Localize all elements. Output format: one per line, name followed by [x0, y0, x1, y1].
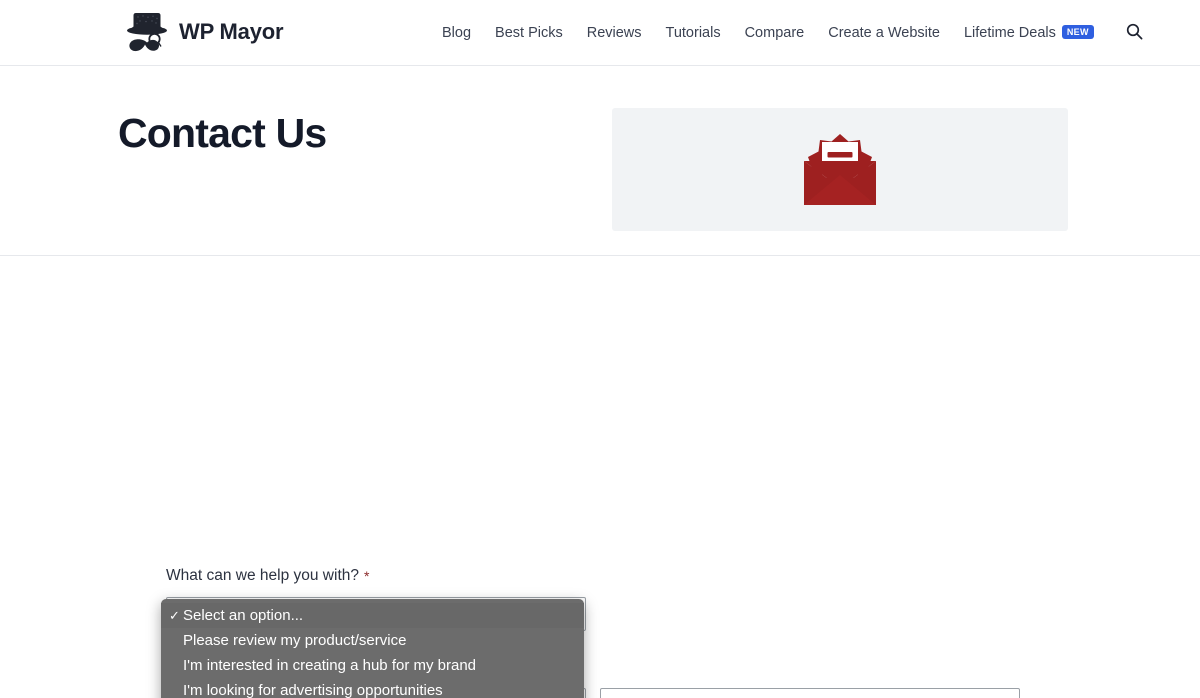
dropdown-option-review-product[interactable]: Please review my product/service — [161, 628, 584, 653]
nav-item-compare[interactable]: Compare — [733, 0, 817, 66]
dropdown-option-label: I'm looking for advertising opportunitie… — [183, 682, 443, 698]
help-field-label-text: What can we help you with? — [166, 567, 359, 584]
dropdown-option-label: I'm interested in creating a hub for my … — [183, 657, 477, 674]
nav-item-lifetime-deals[interactable]: Lifetime Deals NEW — [952, 0, 1106, 66]
dropdown-option-label: Please review my product/service — [183, 632, 407, 649]
checkmark-icon: ✓ — [169, 607, 180, 623]
mustache-tophat-logo-icon — [125, 9, 169, 55]
brand-logo-link[interactable]: WP Mayor — [125, 9, 284, 55]
nav-item-tutorials[interactable]: Tutorials — [654, 0, 733, 66]
nav-item-best-picks[interactable]: Best Picks — [483, 0, 575, 66]
dropdown-option-advertising[interactable]: I'm looking for advertising opportunitie… — [161, 678, 584, 698]
search-button[interactable] — [1122, 19, 1147, 47]
dropdown-option-select-an-option[interactable]: ✓ Select an option... — [161, 603, 584, 628]
dropdown-option-label: Select an option... — [183, 607, 304, 624]
page-title: Contact Us — [118, 110, 327, 156]
brand-name: WP Mayor — [179, 19, 284, 44]
nav-item-blog[interactable]: Blog — [430, 0, 483, 66]
nav-item-reviews[interactable]: Reviews — [575, 0, 654, 66]
help-field-dropdown-popup[interactable]: ✓ Select an option... Please review my p… — [161, 599, 584, 698]
help-field-required-marker: * — [364, 568, 370, 584]
last-name-input[interactable] — [600, 688, 1020, 698]
main-navigation: Blog Best Picks Reviews Tutorials Compar… — [430, 0, 1147, 66]
dropdown-option-creating-hub[interactable]: I'm interested in creating a hub for my … — [161, 653, 584, 678]
search-icon — [1126, 23, 1143, 43]
site-header: WP Mayor Blog Best Picks Reviews Tutoria… — [0, 0, 1200, 66]
nav-item-create-a-website[interactable]: Create a Website — [816, 0, 952, 66]
help-field-label: What can we help you with? * — [166, 567, 369, 585]
nav-item-lifetime-deals-label[interactable]: Lifetime Deals — [964, 0, 1056, 66]
hero-section: Contact Us — [0, 66, 1200, 256]
open-envelope-with-letter-icon — [798, 131, 882, 209]
hero-illustration-card — [612, 108, 1068, 231]
new-badge: NEW — [1061, 25, 1094, 39]
